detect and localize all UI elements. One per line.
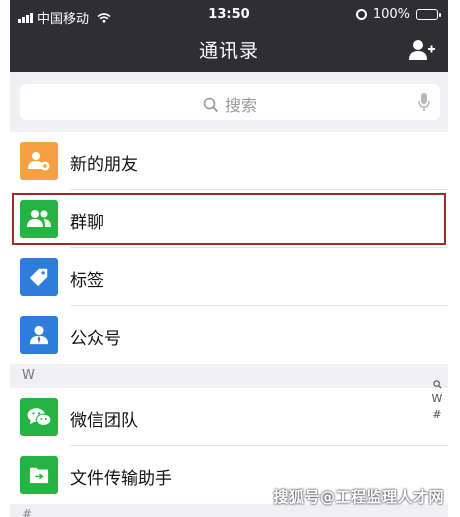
battery-percent: 100% — [372, 7, 410, 22]
search-icon — [203, 97, 219, 113]
list-item-label: 新的朋友 — [70, 155, 138, 175]
section-header-hash: # — [22, 507, 33, 517]
status-bar: 中国移动 13:50 100% — [10, 0, 448, 32]
add-contact-icon[interactable] — [408, 38, 436, 62]
official-accounts-item[interactable]: 公众号 — [10, 306, 448, 364]
list-item-label: 群聊 — [70, 213, 104, 233]
page-title: 通讯录 — [198, 40, 259, 62]
group-chat-item[interactable]: 群聊 — [10, 190, 448, 248]
section-header-w: W — [10, 364, 448, 388]
rotation-lock-icon — [355, 9, 367, 20]
official-account-icon — [20, 316, 58, 354]
file-transfer-icon — [20, 456, 58, 494]
battery-icon — [416, 9, 441, 20]
search-input[interactable]: 搜索 — [20, 84, 440, 120]
search-area: 搜索 — [10, 72, 448, 132]
new-friend-icon — [20, 142, 58, 180]
list-item-label: 公众号 — [70, 329, 121, 349]
search-placeholder: 搜索 — [224, 96, 257, 115]
alphabet-index-bar[interactable]: W # — [430, 380, 444, 421]
list-item-label: 文件传输助手 — [70, 469, 172, 489]
list-item-label: 标签 — [70, 271, 104, 291]
top-bar: 中国移动 13:50 100% 通讯录 — [10, 0, 448, 72]
index-letter[interactable]: # — [432, 408, 441, 421]
contacts-list: 新的朋友 群聊 标签 公众号 W 微信团队 文件传输助手 — [10, 132, 448, 504]
index-letter[interactable]: W — [432, 392, 443, 405]
group-chat-icon — [20, 200, 58, 238]
watermark: 搜狐号@工程监理人才网 — [273, 488, 444, 506]
new-friends-item[interactable]: 新的朋友 — [10, 132, 448, 190]
tags-item[interactable]: 标签 — [10, 248, 448, 306]
microphone-icon[interactable] — [418, 92, 430, 112]
wechat-team-icon — [20, 398, 58, 436]
index-search-icon[interactable] — [432, 380, 442, 389]
phone-screen: 中国移动 13:50 100% 通讯录 搜索 新的朋友 群聊 标签 公众号 W … — [10, 0, 448, 517]
wechat-team-item[interactable]: 微信团队 — [10, 388, 448, 446]
list-item-label: 微信团队 — [70, 411, 138, 431]
tag-icon — [20, 258, 58, 296]
